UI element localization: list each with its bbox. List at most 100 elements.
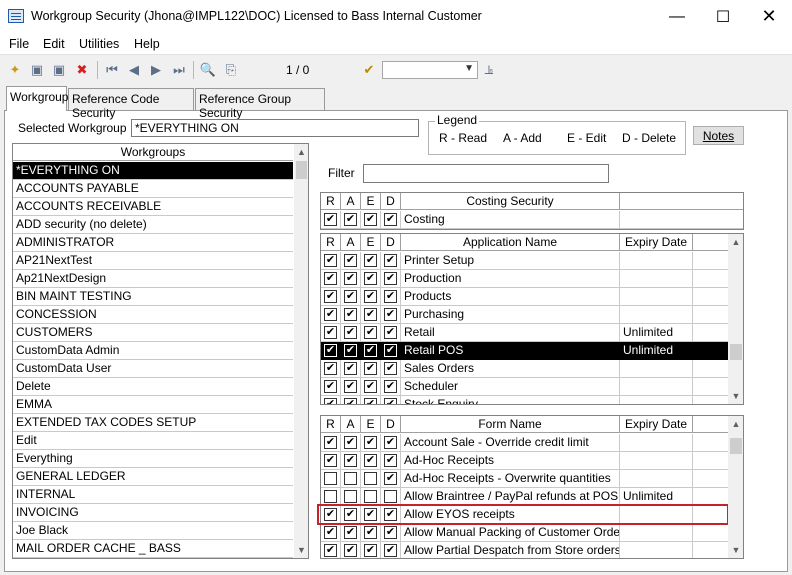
minimize-button[interactable]: —	[654, 0, 700, 33]
checkbox-a[interactable]	[344, 490, 357, 503]
grid-row[interactable]: ✔ ✔ ✔ ✔ Products	[321, 288, 743, 306]
grid-row[interactable]: ✔ ✔ ✔ ✔ Costing	[321, 211, 743, 229]
checkbox-r[interactable]: ✔	[324, 398, 337, 404]
checkbox-a[interactable]: ✔	[344, 213, 357, 226]
checkbox-e[interactable]: ✔	[364, 344, 377, 357]
checkbox-r[interactable]: ✔	[324, 272, 337, 285]
checkbox-a[interactable]: ✔	[344, 398, 357, 404]
workgroup-row[interactable]: Joe Black	[13, 522, 293, 540]
checkbox-a[interactable]: ✔	[344, 308, 357, 321]
checkbox-e[interactable]: ✔	[364, 272, 377, 285]
checkbox-e[interactable]	[364, 490, 377, 503]
new-icon[interactable]: ✦	[5, 60, 25, 80]
checkbox-r[interactable]: ✔	[324, 436, 337, 449]
checkbox-d[interactable]: ✔	[384, 326, 397, 339]
checkbox-d[interactable]: ✔	[384, 344, 397, 357]
grid-row[interactable]: ✔ ✔ ✔ ✔ Retail Unlimited	[321, 324, 743, 342]
checkbox-d[interactable]: ✔	[384, 254, 397, 267]
workgroup-row[interactable]: ACCOUNTS PAYABLE	[13, 180, 293, 198]
scroll-down-icon[interactable]: ▼	[294, 542, 308, 558]
checkbox-d[interactable]: ✔	[384, 398, 397, 404]
save-as-icon[interactable]: ▣	[49, 60, 69, 80]
checkbox-r[interactable]: ✔	[324, 254, 337, 267]
checkbox-a[interactable]: ✔	[344, 272, 357, 285]
workgroup-row[interactable]: CUSTOMERS	[13, 324, 293, 342]
next-record-icon[interactable]: ▶	[146, 60, 166, 80]
workgroup-row[interactable]: BIN MAINT TESTING	[13, 288, 293, 306]
checkbox-e[interactable]: ✔	[364, 213, 377, 226]
checkbox-r[interactable]: ✔	[324, 326, 337, 339]
workgroup-row[interactable]: GENERAL LEDGER	[13, 468, 293, 486]
export-icon[interactable]: ⎘	[221, 60, 241, 80]
workgroup-row[interactable]: CustomData Admin	[13, 342, 293, 360]
checkbox-e[interactable]: ✔	[364, 436, 377, 449]
checkbox-e[interactable]: ✔	[364, 290, 377, 303]
last-record-icon[interactable]: ⏭	[169, 60, 189, 80]
grid-row[interactable]: ✔ ✔ ✔ ✔ Printer Setup	[321, 252, 743, 270]
workgroup-row[interactable]: ACCOUNTS RECEIVABLE	[13, 198, 293, 216]
checkbox-d[interactable]	[384, 490, 397, 503]
checkbox-d[interactable]: ✔	[384, 544, 397, 557]
checkbox-d[interactable]: ✔	[384, 380, 397, 393]
grid-row[interactable]: ✔ ✔ ✔ ✔ Allow Partial Despatch from Store or…	[321, 542, 743, 558]
workgroup-row[interactable]: EXTENDED TAX CODES SETUP	[13, 414, 293, 432]
tab-workgroup[interactable]: Workgroup	[6, 86, 68, 111]
workgroup-row[interactable]: Delete	[13, 378, 293, 396]
previous-record-icon[interactable]: ◀	[124, 60, 144, 80]
grid-scrollbar[interactable]: ▲ ▼	[728, 416, 743, 558]
checkbox-e[interactable]: ✔	[364, 454, 377, 467]
checkbox-a[interactable]: ✔	[344, 290, 357, 303]
checkbox-a[interactable]: ✔	[344, 362, 357, 375]
checkbox-r[interactable]: ✔	[324, 380, 337, 393]
workgroup-row[interactable]: EMMA	[13, 396, 293, 414]
scroll-up-icon[interactable]: ▲	[728, 416, 743, 432]
checkbox-e[interactable]: ✔	[364, 326, 377, 339]
grid-row[interactable]: ✔ Ad-Hoc Receipts - Overwrite quantities	[321, 470, 743, 488]
grid-row[interactable]: ✔ ✔ ✔ ✔ Stock Enquiry	[321, 396, 743, 404]
tab-reference-code-security[interactable]: Reference Code Security	[68, 88, 194, 120]
scroll-down-icon[interactable]: ▼	[728, 388, 743, 404]
chevron-down-icon[interactable]: ▼	[464, 63, 474, 74]
save-icon[interactable]: ▣	[27, 60, 47, 80]
checkbox-d[interactable]: ✔	[384, 526, 397, 539]
grid-row[interactable]: ✔ ✔ ✔ ✔ Scheduler	[321, 378, 743, 396]
preview-icon[interactable]: 🔍	[198, 60, 218, 80]
checkbox-e[interactable]: ✔	[364, 308, 377, 321]
scroll-down-icon[interactable]: ▼	[728, 542, 743, 558]
workgroup-row[interactable]: AP21NextTest	[13, 252, 293, 270]
menu-edit[interactable]: Edit	[43, 37, 65, 51]
scroll-up-icon[interactable]: ▲	[294, 144, 308, 160]
scroll-thumb[interactable]	[730, 438, 742, 454]
checkbox-e[interactable]: ✔	[364, 380, 377, 393]
grid-row[interactable]: ✔ ✔ ✔ ✔ Account Sale - Override credit limit	[321, 434, 743, 452]
grid-row[interactable]: ✔ ✔ ✔ ✔ Retail POS Unlimited	[321, 342, 743, 360]
grid-row[interactable]: ✔ ✔ ✔ ✔ Production	[321, 270, 743, 288]
checkbox-r[interactable]: ✔	[324, 362, 337, 375]
grid-scrollbar[interactable]: ▲ ▼	[728, 234, 743, 404]
checkbox-a[interactable]: ✔	[344, 344, 357, 357]
checkbox-a[interactable]: ✔	[344, 436, 357, 449]
scroll-up-icon[interactable]: ▲	[728, 234, 743, 250]
checkbox-d[interactable]: ✔	[384, 472, 397, 485]
menu-file[interactable]: File	[9, 37, 29, 51]
check-icon[interactable]: ✔	[359, 60, 379, 80]
menu-help[interactable]: Help	[134, 37, 160, 51]
checkbox-r[interactable]: ✔	[324, 544, 337, 557]
delete-icon[interactable]: ✖	[72, 60, 92, 80]
checkbox-r[interactable]	[324, 472, 337, 485]
workgroup-row[interactable]: Everything	[13, 450, 293, 468]
menu-utilities[interactable]: Utilities	[79, 37, 119, 51]
scroll-thumb[interactable]	[730, 344, 742, 360]
checkbox-e[interactable]: ✔	[364, 254, 377, 267]
checkbox-r[interactable]: ✔	[324, 290, 337, 303]
checkbox-a[interactable]: ✔	[344, 254, 357, 267]
checkbox-e[interactable]	[364, 472, 377, 485]
checkbox-d[interactable]: ✔	[384, 308, 397, 321]
workgroup-row[interactable]: Edit	[13, 432, 293, 450]
workgroup-row[interactable]: INTERNAL	[13, 486, 293, 504]
checkbox-e[interactable]: ✔	[364, 362, 377, 375]
checkbox-d[interactable]: ✔	[384, 290, 397, 303]
checkbox-r[interactable]: ✔	[324, 308, 337, 321]
notes-button[interactable]: Notes	[693, 126, 744, 145]
workgroup-row[interactable]: MAIL ORDER CACHE _ BASS	[13, 540, 293, 558]
